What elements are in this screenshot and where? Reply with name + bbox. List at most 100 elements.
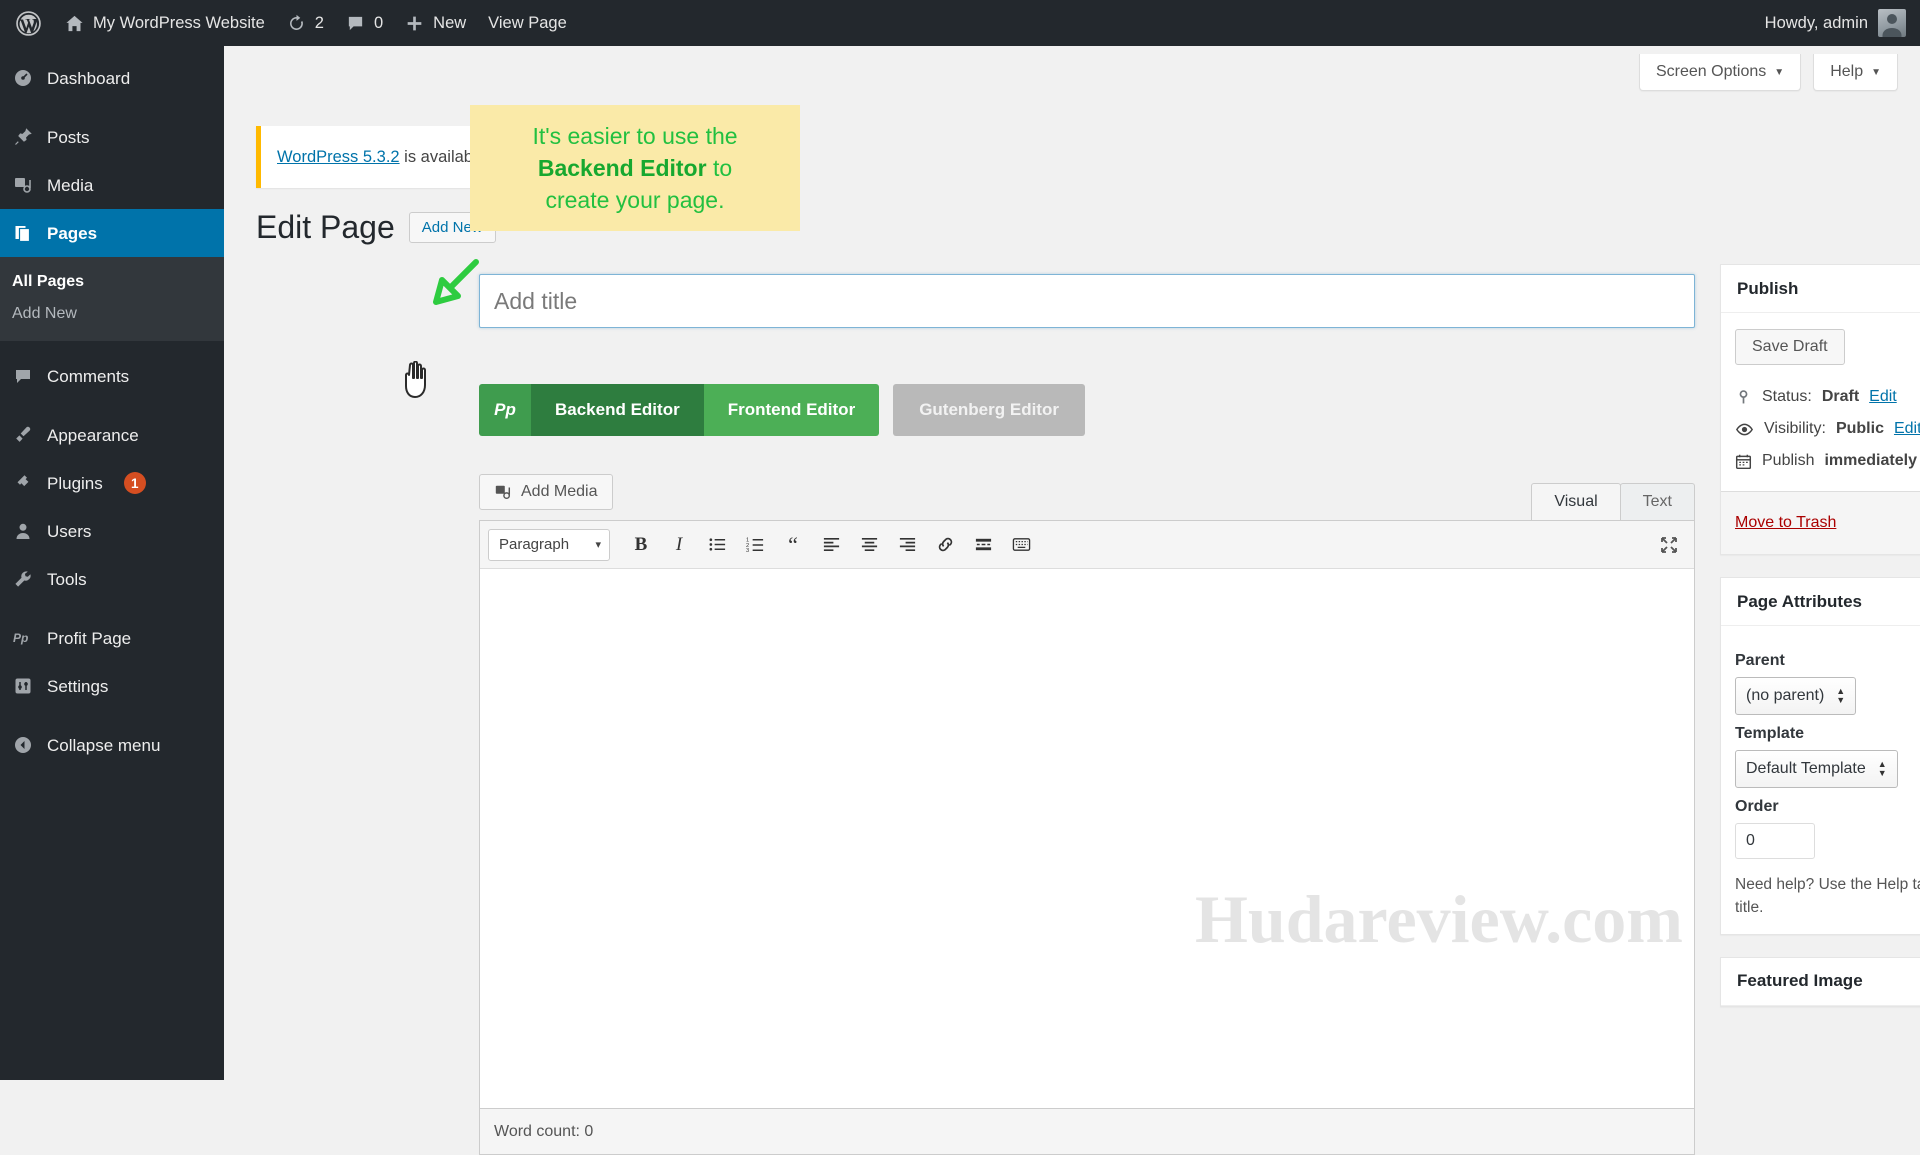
account-area[interactable]: Howdy, admin — [1765, 9, 1920, 37]
page-header: Edit Page Add New — [256, 209, 496, 246]
sidebar-item-label: Media — [47, 175, 94, 195]
sidebar-item-posts[interactable]: Posts — [0, 113, 224, 161]
align-center-icon[interactable] — [852, 528, 886, 562]
schedule-label: Publish — [1762, 452, 1815, 469]
paintbrush-icon — [12, 424, 34, 446]
screen-options-label: Screen Options — [1656, 63, 1767, 80]
save-draft-button[interactable]: Save Draft — [1735, 329, 1845, 365]
publish-box: Publish ▲ Save Draft Preview Status: Dra… — [1720, 264, 1920, 555]
backend-editor-button[interactable]: Backend Editor — [531, 384, 704, 436]
sidebar-item-label: Appearance — [47, 425, 139, 445]
numbered-list-icon[interactable]: 123 — [738, 528, 772, 562]
new-content-button[interactable]: New — [394, 0, 477, 46]
screen-meta-links: Screen Options ▼ Help ▼ — [1639, 54, 1898, 91]
sidebar-item-appearance[interactable]: Appearance — [0, 411, 224, 459]
sidebar-item-pages[interactable]: Pages — [0, 209, 224, 257]
collapse-menu-button[interactable]: Collapse menu — [0, 721, 224, 769]
visibility-row: Visibility: Public Edit — [1735, 413, 1920, 445]
pages-icon — [12, 222, 34, 244]
status-label: Status: — [1762, 388, 1812, 405]
chevron-down-icon: ▼ — [1774, 66, 1785, 78]
wordpress-update-link[interactable]: WordPress 5.3.2 — [277, 148, 400, 166]
page-attributes-box: Page Attributes ▲ Parent (no parent) ▲▼ … — [1720, 577, 1920, 935]
frontend-editor-button[interactable]: Frontend Editor — [703, 384, 880, 436]
updates-button[interactable]: 2 — [276, 0, 335, 46]
sidebar-item-profit-page[interactable]: Pp Profit Page — [0, 614, 224, 662]
insert-link-icon[interactable] — [928, 528, 962, 562]
key-icon — [1739, 389, 1748, 403]
comment-bubble-icon — [348, 16, 363, 30]
sidebar-item-all-pages[interactable]: All Pages — [0, 266, 224, 298]
sidebar-item-media[interactable]: Media — [0, 161, 224, 209]
sidebar-item-comments[interactable]: Comments — [0, 352, 224, 400]
sidebar-item-label: Comments — [47, 366, 130, 386]
title-input[interactable] — [479, 274, 1695, 328]
view-page-label: View Page — [488, 13, 567, 32]
collapse-arrow-icon — [12, 734, 34, 756]
add-media-label: Add Media — [521, 483, 598, 500]
bulleted-list-icon[interactable] — [700, 528, 734, 562]
tab-text[interactable]: Text — [1619, 483, 1695, 520]
tinymce-panel: Paragraph ▾ B I 123 “ — [479, 520, 1695, 1109]
sidebar-meta-boxes: Publish ▲ Save Draft Preview Status: Dra… — [1720, 264, 1920, 1007]
wordpress-logo-icon — [16, 10, 41, 36]
pages-submenu: All Pages Add New — [0, 257, 224, 341]
sidebar-item-label: Profit Page — [47, 628, 132, 648]
page-attributes-title: Page Attributes — [1737, 591, 1863, 611]
profit-page-logo-icon: Pp — [479, 384, 531, 436]
sidebar-item-label: Dashboard — [47, 68, 131, 88]
order-input[interactable] — [1735, 823, 1815, 859]
add-media-button[interactable]: Add Media — [479, 474, 613, 510]
featured-image-header: Featured Image ▲ — [1721, 958, 1920, 1006]
align-left-icon[interactable] — [814, 528, 848, 562]
template-select[interactable]: Default Template ▲ ▼ — [1735, 750, 1898, 788]
blockquote-icon[interactable]: “ — [776, 528, 810, 562]
page-title: Edit Page — [256, 209, 395, 245]
featured-image-title: Featured Image — [1737, 971, 1863, 990]
template-label: Template — [1735, 725, 1805, 742]
move-to-trash-link[interactable]: Move to Trash — [1735, 514, 1836, 532]
gutenberg-editor-button[interactable]: Gutenberg Editor — [893, 384, 1085, 436]
sidebar-item-label: Pages — [47, 223, 98, 243]
sidebar-item-add-new-page[interactable]: Add New — [0, 298, 224, 330]
distraction-free-icon[interactable] — [1652, 528, 1686, 562]
publish-box-title: Publish — [1737, 278, 1799, 298]
word-count-label: Word count: 0 — [494, 1122, 594, 1140]
sidebar-item-plugins[interactable]: Plugins 1 — [0, 459, 224, 507]
bold-icon[interactable]: B — [624, 528, 658, 562]
parent-select[interactable]: (no parent) ▲ ▼ — [1735, 677, 1857, 715]
eye-icon — [1736, 423, 1753, 435]
edit-visibility-link[interactable]: Edit — [1894, 420, 1920, 438]
comments-button[interactable]: 0 — [335, 0, 394, 46]
comments-count: 0 — [373, 13, 384, 32]
align-right-icon[interactable] — [890, 528, 924, 562]
edit-status-link[interactable]: Edit — [1869, 388, 1897, 406]
paragraph-format-select[interactable]: Paragraph ▾ — [488, 528, 610, 561]
status-row: Status: Draft Edit — [1735, 381, 1920, 413]
featured-image-box: Featured Image ▲ — [1720, 956, 1920, 1007]
keyboard-shortcuts-icon[interactable] — [1004, 528, 1038, 562]
tab-visual[interactable]: Visual — [1531, 483, 1621, 520]
svg-text:3: 3 — [746, 548, 749, 554]
italic-icon[interactable]: I — [662, 528, 696, 562]
annotation-line-3: create your page. — [545, 187, 725, 214]
site-name-button[interactable]: My WordPress Website — [54, 0, 276, 46]
help-label: Help — [1830, 63, 1864, 80]
help-button[interactable]: Help ▼ — [1813, 54, 1898, 91]
new-label: New — [433, 13, 467, 32]
sidebar-item-tools[interactable]: Tools — [0, 555, 224, 603]
screen-options-button[interactable]: Screen Options ▼ — [1639, 54, 1802, 91]
editor-content-area[interactable] — [480, 569, 1694, 1108]
view-page-button[interactable]: View Page — [477, 0, 578, 46]
wordpress-logo-button[interactable] — [0, 0, 54, 46]
read-more-icon[interactable] — [966, 528, 1000, 562]
annotation-line-2-bold: Backend Editor — [537, 154, 707, 181]
svg-text:Pp: Pp — [13, 631, 28, 645]
sidebar-item-users[interactable]: Users — [0, 507, 224, 555]
status-value: Draft — [1821, 388, 1860, 405]
schedule-row: Publish immediately Edit — [1735, 445, 1920, 477]
sidebar-item-settings[interactable]: Settings — [0, 662, 224, 710]
sidebar-item-dashboard[interactable]: Dashboard — [0, 54, 224, 102]
chevron-down-icon: ▾ — [595, 539, 601, 551]
home-icon — [66, 15, 83, 31]
